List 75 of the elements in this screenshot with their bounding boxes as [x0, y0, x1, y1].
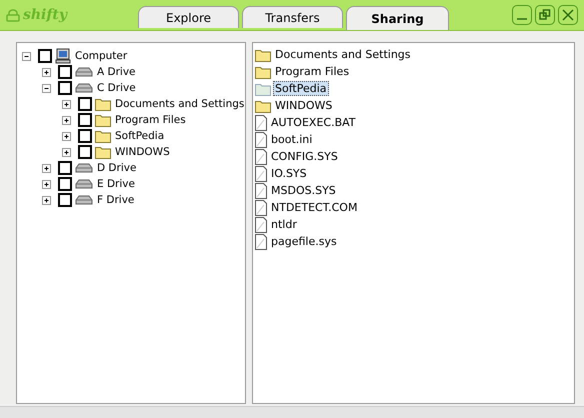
drive-icon: [75, 67, 93, 77]
computer-icon: [55, 48, 71, 64]
file-item[interactable]: WINDOWS: [273, 99, 334, 112]
file-item[interactable]: ntldr: [269, 218, 299, 231]
document-icon: [255, 216, 267, 232]
file-item[interactable]: pagefile.sys: [269, 235, 339, 248]
file-item[interactable]: AUTOEXEC.BAT: [269, 116, 358, 129]
document-icon: [255, 148, 267, 164]
tab[interactable]: Sharing: [346, 6, 449, 30]
expand-icon[interactable]: [61, 146, 72, 158]
expand-icon[interactable]: [41, 66, 52, 78]
expand-icon[interactable]: [61, 130, 72, 142]
checkbox[interactable]: [58, 161, 72, 175]
checkbox[interactable]: [58, 177, 72, 191]
file-item[interactable]: NTDETECT.COM: [269, 201, 360, 214]
checkbox[interactable]: [78, 113, 92, 127]
tree-item[interactable]: SoftPedia: [113, 130, 166, 142]
expand-icon[interactable]: [41, 194, 52, 206]
expand-icon[interactable]: [41, 162, 52, 174]
drive-icon: [75, 83, 93, 93]
folder-icon: [255, 98, 271, 112]
drive-icon: [75, 163, 93, 173]
lock-icon: [6, 8, 20, 22]
document-icon: [255, 132, 267, 148]
document-icon: [255, 182, 267, 198]
file-item[interactable]: IO.SYS: [269, 167, 309, 180]
tree-item[interactable]: C Drive: [95, 82, 138, 94]
tab[interactable]: Explore: [138, 6, 239, 28]
folder-icon: [255, 82, 271, 96]
close-button[interactable]: [558, 5, 578, 25]
file-item[interactable]: SoftPedia: [273, 81, 328, 96]
tree-item[interactable]: Program Files: [113, 114, 188, 126]
checkbox[interactable]: [78, 145, 92, 159]
folder-icon: [255, 64, 271, 78]
checkbox[interactable]: [58, 65, 72, 79]
collapse-icon[interactable]: [41, 82, 52, 94]
folder-icon: [255, 48, 271, 62]
expand-icon[interactable]: [61, 98, 72, 110]
tab[interactable]: Transfers: [242, 6, 343, 28]
tree-item[interactable]: WINDOWS: [113, 146, 172, 158]
file-item[interactable]: CONFIG.SYS: [269, 150, 340, 163]
checkbox[interactable]: [78, 129, 92, 143]
checkbox[interactable]: [38, 49, 52, 63]
restore-icon: [539, 9, 551, 21]
document-icon: [255, 200, 267, 216]
file-item[interactable]: Documents and Settings: [273, 48, 413, 61]
folder-icon: [95, 113, 111, 127]
tree-item[interactable]: A Drive: [95, 66, 138, 78]
drive-icon: [75, 195, 93, 205]
document-icon: [255, 166, 267, 182]
folder-icon: [95, 97, 111, 111]
app-logo: shifty: [23, 7, 68, 23]
document-icon: [255, 234, 267, 250]
expand-icon[interactable]: [61, 114, 72, 126]
checkbox[interactable]: [78, 97, 92, 111]
restore-button[interactable]: [535, 5, 555, 25]
minimize-icon: [517, 18, 527, 20]
tree-item[interactable]: Computer: [73, 50, 130, 62]
close-icon: [562, 9, 574, 21]
file-item[interactable]: Program Files: [273, 65, 352, 78]
minimize-button[interactable]: [512, 5, 532, 25]
document-icon: [255, 114, 267, 130]
file-item[interactable]: boot.ini: [269, 133, 314, 146]
expand-icon[interactable]: [41, 178, 52, 190]
file-item[interactable]: MSDOS.SYS: [269, 184, 338, 197]
checkbox[interactable]: [58, 81, 72, 95]
folder-icon: [95, 129, 111, 143]
tree-item[interactable]: F Drive: [95, 194, 136, 206]
checkbox[interactable]: [58, 193, 72, 207]
drive-icon: [75, 179, 93, 189]
folder-icon: [95, 145, 111, 159]
tree-item[interactable]: D Drive: [95, 162, 138, 174]
tree-item[interactable]: E Drive: [95, 178, 137, 190]
tree-item[interactable]: Documents and Settings: [113, 98, 246, 110]
collapse-icon[interactable]: [21, 50, 32, 62]
